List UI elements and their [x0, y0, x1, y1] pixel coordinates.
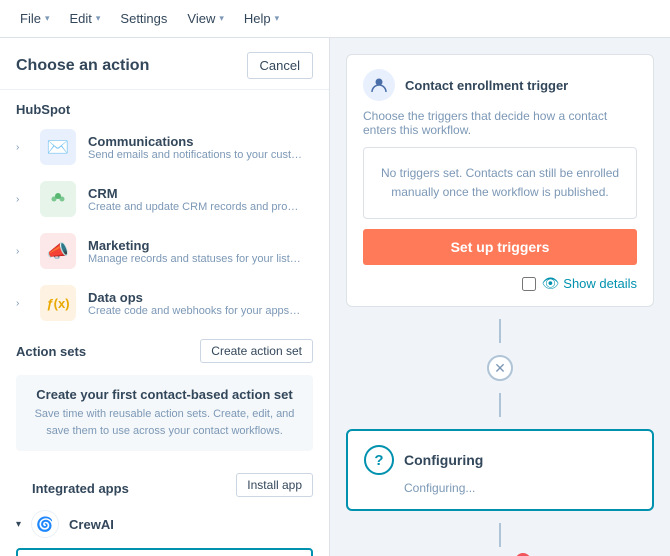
menu-bar: File ▾ Edit ▾ Settings View ▾ Help ▾ — [0, 0, 670, 38]
left-panel: Choose an action Cancel HubSpot › ✉️ Com… — [0, 38, 330, 556]
menu-view-chevron: ▾ — [219, 13, 224, 24]
action-set-promo: Create your first contact-based action s… — [16, 375, 313, 451]
category-marketing[interactable]: › 📣 Marketing Manage records and statuse… — [0, 225, 329, 277]
crm-name: CRM — [88, 186, 303, 201]
chevron-down-icon: ▾ — [16, 519, 21, 530]
menu-view[interactable]: View ▾ — [179, 7, 231, 30]
trigger-desc: Choose the triggers that decide how a co… — [363, 109, 637, 137]
menu-file-chevron: ▾ — [45, 13, 50, 24]
x-icon: ✕ — [494, 360, 506, 377]
panel-title: Choose an action — [16, 57, 149, 75]
show-details-link[interactable]: 👁 Show details — [542, 275, 638, 292]
remove-circle: ✕ — [346, 355, 654, 381]
marketing-name: Marketing — [88, 238, 303, 253]
hubspot-section-label: HubSpot — [0, 90, 329, 121]
right-panel: Contact enrollment trigger Choose the tr… — [330, 38, 670, 556]
menu-settings-label: Settings — [120, 11, 167, 26]
chevron-right-icon: › — [16, 298, 28, 309]
no-triggers-box: No triggers set. Contacts can still be e… — [363, 147, 637, 219]
menu-file-label: File — [20, 11, 41, 26]
dataops-name: Data ops — [88, 290, 303, 305]
config-desc: Configuring... — [364, 481, 636, 495]
menu-file[interactable]: File ▾ — [12, 7, 57, 30]
marketing-desc: Manage records and statuses for your lis… — [88, 253, 303, 265]
menu-help[interactable]: Help ▾ — [236, 7, 287, 30]
promo-desc: Save time with reusable action sets. Cre… — [28, 406, 301, 439]
category-crm[interactable]: › CRM Create and update CRM records and … — [0, 173, 329, 225]
main-layout: Choose an action Cancel HubSpot › ✉️ Com… — [0, 38, 670, 556]
crm-desc: Create and update CRM records and proper… — [88, 201, 303, 213]
kickoff-crew-item[interactable]: Kickoff a Crew — [16, 548, 313, 556]
connector-line-2 — [346, 393, 654, 417]
connector-line-1 — [346, 319, 654, 343]
eye-icon: 👁 — [542, 275, 560, 292]
setup-triggers-button[interactable]: Set up triggers — [363, 229, 637, 265]
menu-edit-chevron: ▾ — [96, 13, 101, 24]
create-action-set-button[interactable]: Create action set — [200, 339, 313, 363]
integrated-apps-header: Integrated apps Install app — [0, 459, 329, 504]
left-panel-header: Choose an action Cancel — [0, 38, 329, 90]
crewai-icon: 🌀 — [31, 510, 59, 538]
menu-help-label: Help — [244, 11, 271, 26]
communications-desc: Send emails and notifications to your cu… — [88, 149, 303, 161]
no-triggers-text: No triggers set. Contacts can still be e… — [381, 166, 619, 199]
chevron-right-icon: › — [16, 194, 28, 205]
menu-edit-label: Edit — [69, 11, 91, 26]
category-communications[interactable]: › ✉️ Communications Send emails and noti… — [0, 121, 329, 173]
trigger-avatar — [363, 69, 395, 101]
dataops-desc: Create code and webhooks for your apps, … — [88, 305, 303, 317]
chevron-right-icon: › — [16, 142, 28, 153]
communications-name: Communications — [88, 134, 303, 149]
dataops-icon: ƒ(x) — [40, 285, 76, 321]
trigger-card: Contact enrollment trigger Choose the tr… — [346, 54, 654, 307]
connector-line-3 — [346, 523, 654, 547]
config-icon: ? — [364, 445, 394, 475]
menu-edit[interactable]: Edit ▾ — [61, 7, 108, 30]
promo-title: Create your first contact-based action s… — [28, 387, 301, 402]
install-app-button[interactable]: Install app — [236, 473, 313, 497]
communications-icon: ✉️ — [40, 129, 76, 165]
menu-help-chevron: ▾ — [275, 13, 280, 24]
marketing-icon: 📣 — [40, 233, 76, 269]
crewai-name: CrewAI — [69, 517, 114, 532]
menu-settings[interactable]: Settings — [112, 7, 175, 30]
category-dataops[interactable]: › ƒ(x) Data ops Create code and webhooks… — [0, 277, 329, 329]
action-sets-label: Action sets — [16, 344, 86, 359]
trigger-checkbox[interactable] — [522, 277, 536, 291]
show-details-label: Show details — [563, 276, 637, 291]
remove-button[interactable]: ✕ — [487, 355, 513, 381]
crm-icon — [40, 181, 76, 217]
configuring-card: ? Configuring Configuring... — [346, 429, 654, 511]
config-title: Configuring — [404, 452, 483, 468]
menu-view-label: View — [187, 11, 215, 26]
chevron-right-icon: › — [16, 246, 28, 257]
cancel-button[interactable]: Cancel — [247, 52, 313, 79]
action-sets-header: Action sets Create action set — [0, 329, 329, 367]
trigger-title: Contact enrollment trigger — [405, 78, 568, 93]
integrated-apps-label: Integrated apps — [16, 469, 145, 500]
crewai-app-item[interactable]: ▾ 🌀 CrewAI — [0, 504, 329, 544]
